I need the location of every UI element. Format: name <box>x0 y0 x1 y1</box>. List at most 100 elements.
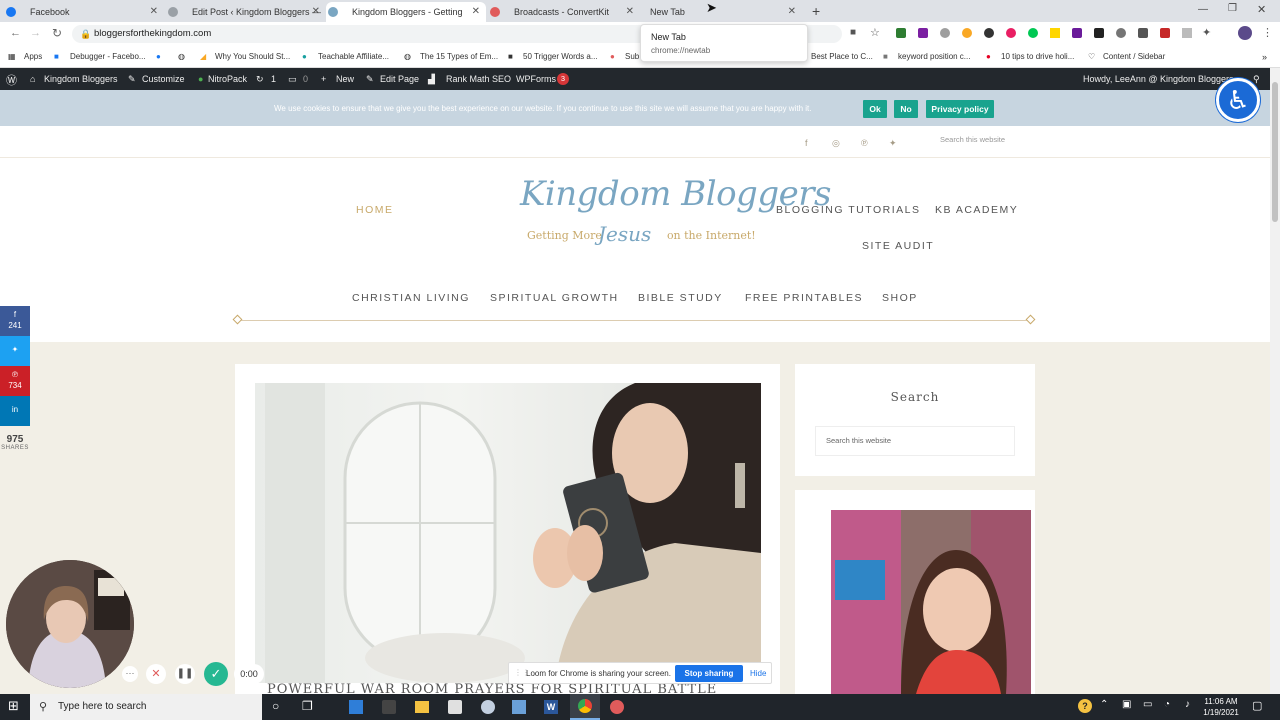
loom-cancel-icon[interactable]: ✕ <box>146 664 166 684</box>
bookmark-item[interactable]: Debugger - Facebo... <box>70 52 146 61</box>
windows-start-icon[interactable]: ⊞ <box>8 698 19 714</box>
bookmark-item[interactable]: 50 Trigger Words a... <box>523 52 598 61</box>
puzzle-icon[interactable]: ✦ <box>1202 26 1211 39</box>
wp-edit-page-link[interactable]: Edit Page <box>380 74 419 84</box>
bookmark-item[interactable]: Teachable Affiliate... <box>318 52 389 61</box>
globe-icon[interactable]: ◍ <box>178 52 185 61</box>
extension-icon[interactable] <box>1160 28 1170 38</box>
task-view-icon[interactable]: ❐ <box>302 699 313 713</box>
extension-icon[interactable] <box>962 28 972 38</box>
bookmark-item[interactable]: keyword position c... <box>898 52 970 61</box>
accessibility-icon[interactable]: ♿ <box>1216 78 1260 122</box>
system-tray-icon[interactable]: ▣ <box>1122 699 1131 710</box>
app-icon[interactable] <box>481 700 495 714</box>
nav-bible-study[interactable]: BIBLE STUDY <box>638 292 723 304</box>
extension-icon[interactable] <box>918 28 928 38</box>
app-icon[interactable] <box>448 700 462 714</box>
wp-wpforms-link[interactable]: WPForms <box>516 74 556 84</box>
battery-icon[interactable]: ▭ <box>1143 699 1152 710</box>
page-scrollbar[interactable] <box>1270 68 1280 694</box>
share-facebook-button[interactable]: f 241 <box>0 306 30 336</box>
nav-christian-living[interactable]: CHRISTIAN LIVING <box>352 292 470 304</box>
close-icon[interactable]: ✕ <box>150 6 158 17</box>
wp-new-link[interactable]: New <box>336 74 354 84</box>
tab-kingdom-bloggers[interactable]: Kingdom Bloggers - Getting ✕ <box>326 2 486 22</box>
app-icon[interactable] <box>382 700 396 714</box>
extension-icon[interactable] <box>1182 28 1192 38</box>
wp-nitropack-link[interactable]: NitroPack <box>208 74 247 84</box>
notifications-icon[interactable]: ▢ <box>1252 699 1262 712</box>
nav-site-audit[interactable]: SITE AUDIT <box>862 240 934 252</box>
top-search-input[interactable]: Search this website <box>940 135 1005 144</box>
share-twitter-button[interactable]: ✦ <box>0 336 30 366</box>
close-icon[interactable]: ✕ <box>626 6 634 17</box>
extension-icon[interactable] <box>1138 28 1148 38</box>
nav-free-printables[interactable]: FREE PRINTABLES <box>745 292 863 304</box>
taskbar-clock[interactable]: 11:06 AM 1/19/2021 <box>1198 696 1244 718</box>
loom-icon[interactable] <box>610 700 624 714</box>
extension-icon[interactable] <box>940 28 950 38</box>
bookmark-item[interactable]: The 15 Types of Em... <box>420 52 498 61</box>
extension-icon[interactable] <box>1006 28 1016 38</box>
calculator-icon[interactable] <box>512 700 526 714</box>
star-icon[interactable]: ☆ <box>870 26 880 39</box>
bookmarks-overflow-icon[interactable]: » <box>1262 52 1267 62</box>
sidebar-search-input[interactable]: Search this website <box>815 426 1015 456</box>
new-tab-plus-icon[interactable]: + <box>812 3 820 19</box>
extension-icon[interactable] <box>1094 28 1104 38</box>
pinterest-icon[interactable]: ℗ <box>861 138 868 148</box>
close-icon[interactable]: ✕ <box>472 6 480 17</box>
loom-camera-bubble[interactable] <box>6 560 134 688</box>
volume-icon[interactable]: ♪ <box>1185 699 1190 710</box>
tab-convertkit[interactable]: Broadcasts - ConvertKit ✕ <box>488 2 640 22</box>
wp-howdy-account[interactable]: Howdy, LeeAnn @ Kingdom Bloggers <box>1083 74 1234 84</box>
wp-rankmath-link[interactable]: Rank Math SEO <box>446 74 511 84</box>
nav-shop[interactable]: SHOP <box>882 292 918 304</box>
menu-kebab-icon[interactable]: ⋮ <box>1262 26 1273 39</box>
search-icon[interactable]: ⚲ <box>1253 74 1260 85</box>
app-icon[interactable] <box>349 700 363 714</box>
facebook-icon[interactable]: ● <box>156 52 161 61</box>
loom-pause-icon[interactable]: ❚❚ <box>175 664 195 684</box>
window-close-icon[interactable]: ✕ <box>1257 3 1266 16</box>
nav-kb-academy[interactable]: KB ACADEMY <box>935 204 1018 216</box>
forward-icon[interactable]: → <box>30 27 41 39</box>
hide-sharing-bar-button[interactable]: Hide <box>750 669 766 678</box>
cookie-privacy-button[interactable]: Privacy policy <box>926 100 994 118</box>
minimize-icon[interactable]: — <box>1198 4 1208 15</box>
loom-finish-icon[interactable]: ✓ <box>204 662 228 686</box>
word-icon[interactable]: W <box>544 700 558 714</box>
cookie-ok-button[interactable]: Ok <box>863 100 887 118</box>
help-icon[interactable]: ? <box>1078 699 1092 713</box>
bookmark-item[interactable]: Sub <box>625 52 639 61</box>
restore-icon[interactable]: ❐ <box>1228 3 1237 14</box>
taskbar-search-input[interactable]: ⚲ Type here to search <box>30 694 262 720</box>
stop-sharing-button[interactable]: Stop sharing <box>675 665 743 682</box>
bookmark-item[interactable]: Why You Should St... <box>215 52 290 61</box>
back-icon[interactable]: ← <box>10 27 21 39</box>
extension-icon[interactable] <box>1050 28 1060 38</box>
profile-avatar[interactable] <box>1238 26 1252 40</box>
bookmark-item[interactable]: Best Place to C... <box>811 52 873 61</box>
wp-site-link[interactable]: Kingdom Bloggers <box>44 74 118 84</box>
share-linkedin-button[interactable]: in <box>0 396 30 426</box>
cookie-no-button[interactable]: No <box>894 100 918 118</box>
file-explorer-icon[interactable] <box>415 701 429 713</box>
tab-new-tab[interactable]: New Tab ✕ <box>640 2 802 22</box>
close-icon[interactable]: ✕ <box>788 6 796 17</box>
network-icon[interactable]: ◔ <box>1164 699 1170 710</box>
chrome-taskbar-item[interactable] <box>570 694 600 720</box>
close-icon[interactable]: ✕ <box>312 6 320 17</box>
loom-more-icon[interactable]: ··· <box>122 666 138 682</box>
post-featured-image[interactable] <box>255 383 761 683</box>
reload-icon[interactable]: ↻ <box>52 26 62 40</box>
wp-updates-count[interactable]: 1 <box>271 74 276 84</box>
extension-icon[interactable] <box>1116 28 1126 38</box>
share-pinterest-button[interactable]: ℗ 734 <box>0 366 30 396</box>
apps-grid-icon[interactable]: ▦ <box>8 52 16 61</box>
extension-icon[interactable] <box>896 28 906 38</box>
chevron-up-icon[interactable]: ⌃ <box>1100 699 1108 710</box>
bookmark-apps[interactable]: Apps <box>24 52 42 61</box>
cortana-icon[interactable]: ○ <box>272 699 279 713</box>
facebook-icon[interactable]: f <box>805 138 808 148</box>
